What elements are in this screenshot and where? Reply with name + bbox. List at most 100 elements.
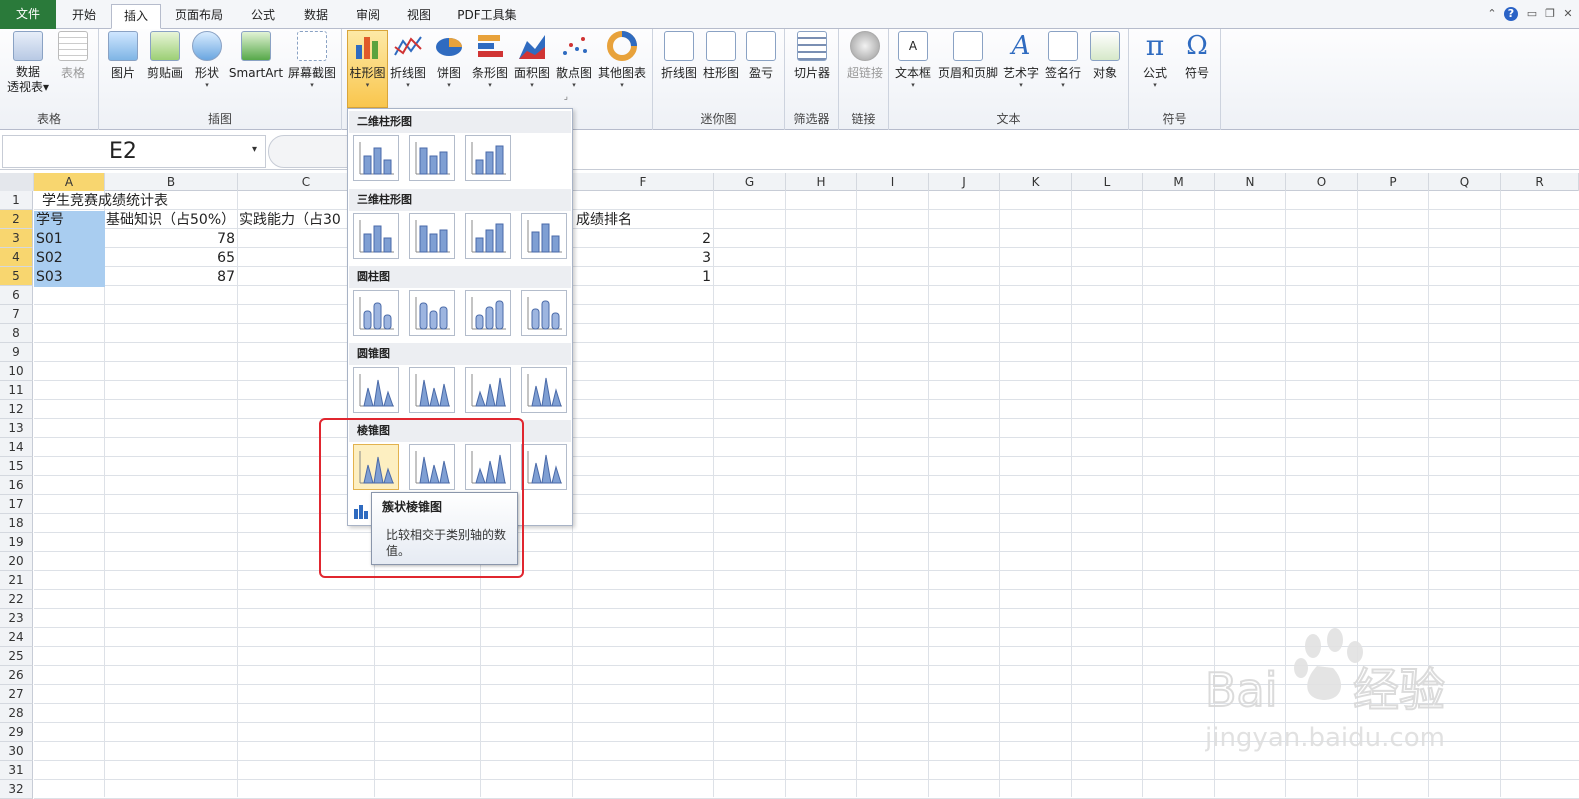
table-button[interactable]: 表格 — [52, 31, 94, 81]
chart-thumb-column-2d-1[interactable] — [353, 135, 399, 181]
cell-b4[interactable]: 65 — [105, 249, 238, 268]
textbox-button[interactable]: A 文本框 ▾ — [893, 31, 933, 89]
row-header-16[interactable]: 16 — [0, 476, 33, 495]
cell-a5[interactable]: S03 — [34, 268, 105, 287]
cell-b5[interactable]: 87 — [105, 268, 238, 287]
row-header-29[interactable]: 29 — [0, 723, 33, 742]
cell-a3[interactable]: S01 — [34, 230, 105, 249]
cell-b3[interactable]: 78 — [105, 230, 238, 249]
close-icon[interactable]: ✕ — [1561, 7, 1575, 21]
chart-thumb-column-3d-3[interactable] — [465, 213, 511, 259]
row-header-32[interactable]: 32 — [0, 780, 33, 799]
row-header-21[interactable]: 21 — [0, 571, 33, 590]
cell-f2[interactable]: 成绩排名 — [576, 211, 632, 230]
row-header-30[interactable]: 30 — [0, 742, 33, 761]
chart-thumb-column-3d-1[interactable] — [353, 213, 399, 259]
col-header-p[interactable]: P — [1358, 173, 1429, 191]
tab-file[interactable]: 文件 — [0, 0, 56, 29]
row-header-13[interactable]: 13 — [0, 419, 33, 438]
row-header-12[interactable]: 12 — [0, 400, 33, 419]
row-header-2[interactable]: 2 — [0, 210, 33, 229]
chart-thumb-cylinder-2[interactable] — [409, 290, 455, 336]
row-header-8[interactable]: 8 — [0, 324, 33, 343]
row-header-19[interactable]: 19 — [0, 533, 33, 552]
charts-dialog-launcher-icon[interactable]: ⌟ — [564, 92, 568, 102]
cell-f4[interactable]: 3 — [573, 249, 714, 268]
name-box[interactable]: E2 — [2, 135, 266, 168]
cell-a2[interactable]: 学号 — [34, 211, 105, 230]
row-header-17[interactable]: 17 — [0, 495, 33, 514]
sparkline-line-button[interactable]: 折线图 — [659, 31, 699, 81]
row-header-31[interactable]: 31 — [0, 761, 33, 780]
picture-button[interactable]: 图片 — [105, 31, 141, 81]
column-chart-button[interactable]: 柱形图 ▾ — [347, 30, 388, 108]
col-header-i[interactable]: I — [857, 173, 929, 191]
col-header-j[interactable]: J — [929, 173, 1000, 191]
chart-thumb-column-3d-4[interactable] — [521, 213, 567, 259]
col-header-q[interactable]: Q — [1429, 173, 1501, 191]
chart-thumb-cylinder-4[interactable] — [521, 290, 567, 336]
chart-thumb-cone-1[interactable] — [353, 367, 399, 413]
header-footer-button[interactable]: 页眉和页脚 — [935, 31, 1001, 81]
tab-insert[interactable]: 插入 — [111, 4, 161, 29]
row-header-20[interactable]: 20 — [0, 552, 33, 571]
row-header-26[interactable]: 26 — [0, 666, 33, 685]
col-header-o[interactable]: O — [1286, 173, 1358, 191]
row-header-23[interactable]: 23 — [0, 609, 33, 628]
restore-icon[interactable]: ❐ — [1543, 7, 1557, 21]
col-header-n[interactable]: N — [1215, 173, 1286, 191]
pie-chart-button[interactable]: 饼图 ▾ — [430, 31, 468, 89]
row-header-7[interactable]: 7 — [0, 305, 33, 324]
equation-button[interactable]: π 公式 ▾ — [1135, 31, 1175, 90]
chart-thumb-column-2d-3[interactable] — [465, 135, 511, 181]
cell-f5[interactable]: 1 — [573, 268, 714, 287]
row-header-27[interactable]: 27 — [0, 685, 33, 704]
row-header-9[interactable]: 9 — [0, 343, 33, 362]
col-header-k[interactable]: K — [1000, 173, 1072, 191]
chart-thumb-cylinder-1[interactable] — [353, 290, 399, 336]
row-header-10[interactable]: 10 — [0, 362, 33, 381]
col-header-b[interactable]: B — [105, 173, 238, 191]
row-header-28[interactable]: 28 — [0, 704, 33, 723]
smartart-button[interactable]: SmartArt — [227, 31, 285, 81]
cell-a1[interactable]: 学生竞赛成绩统计表 — [42, 192, 168, 211]
row-header-22[interactable]: 22 — [0, 590, 33, 609]
wordart-button[interactable]: A 艺术字 ▾ — [1001, 31, 1041, 89]
cell-b2[interactable]: 基础知识（占50%） — [106, 211, 235, 230]
col-header-g[interactable]: G — [714, 173, 786, 191]
col-header-h[interactable]: H — [786, 173, 857, 191]
row-header-3[interactable]: 3 — [0, 229, 33, 248]
sparkline-column-button[interactable]: 柱形图 — [701, 31, 741, 81]
row-header-11[interactable]: 11 — [0, 381, 33, 400]
area-chart-button[interactable]: 面积图 ▾ — [512, 31, 552, 89]
col-header-l[interactable]: L — [1072, 173, 1143, 191]
chart-thumb-cone-3[interactable] — [465, 367, 511, 413]
tab-formulas[interactable]: 公式 — [237, 4, 289, 29]
signature-line-button[interactable]: 签名行 ▾ — [1041, 31, 1085, 89]
sparkline-winloss-button[interactable]: 盈亏 — [743, 31, 779, 81]
symbol-button[interactable]: Ω 符号 — [1177, 31, 1217, 81]
row-header-15[interactable]: 15 — [0, 457, 33, 476]
select-all-corner[interactable] — [0, 173, 34, 191]
tab-pdf-tools[interactable]: PDF工具集 — [446, 4, 528, 29]
namebox-dropdown-icon[interactable]: ▾ — [252, 144, 257, 155]
row-header-1[interactable]: 1 — [0, 191, 33, 210]
row-header-5[interactable]: 5 — [0, 267, 33, 286]
row-header-6[interactable]: 6 — [0, 286, 33, 305]
row-header-14[interactable]: 14 — [0, 438, 33, 457]
chart-thumb-cone-2[interactable] — [409, 367, 455, 413]
col-header-a[interactable]: A — [34, 173, 105, 191]
bar-chart-button[interactable]: 条形图 ▾ — [470, 31, 510, 89]
chart-thumb-pyramid-4[interactable] — [521, 444, 567, 490]
cell-f3[interactable]: 2 — [573, 230, 714, 249]
hyperlink-button[interactable]: 超链接 — [843, 31, 887, 81]
slicer-button[interactable]: 切片器 — [791, 31, 833, 81]
shapes-button[interactable]: 形状 ▾ — [189, 31, 225, 89]
col-header-f[interactable]: F — [573, 173, 714, 191]
pivot-table-button[interactable]: 数据 透视表▾ — [4, 31, 52, 94]
row-header-18[interactable]: 18 — [0, 514, 33, 533]
tab-review[interactable]: 审阅 — [342, 4, 394, 29]
cell-c2[interactable]: 实践能力（占30 — [239, 211, 341, 230]
col-header-m[interactable]: M — [1143, 173, 1215, 191]
chart-thumb-cylinder-3[interactable] — [465, 290, 511, 336]
